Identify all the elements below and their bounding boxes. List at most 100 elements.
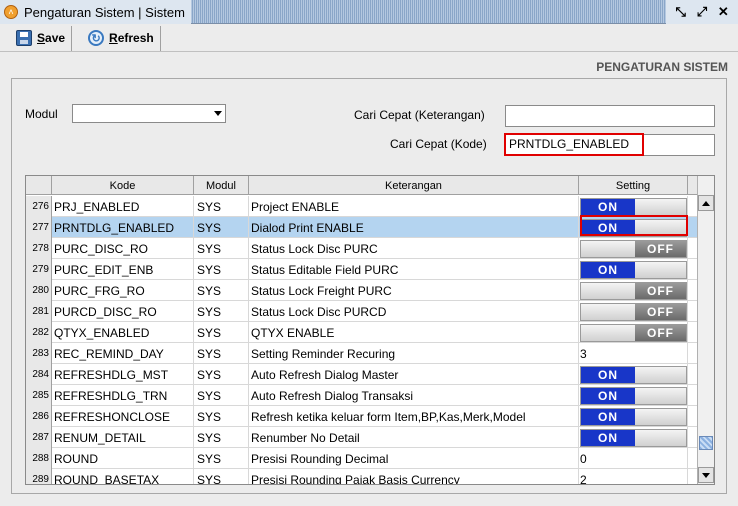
header-keterangan[interactable]: Keterangan bbox=[249, 176, 579, 195]
app-icon[interactable]: ˄ bbox=[4, 5, 18, 19]
setting-toggle[interactable]: ON bbox=[580, 407, 687, 426]
cell-keterangan[interactable]: QTYX ENABLE bbox=[249, 322, 579, 343]
cell-kode[interactable]: REFRESHDLG_MST bbox=[52, 364, 194, 385]
cell-setting[interactable]: ON bbox=[579, 427, 688, 448]
cell-modul[interactable]: SYS bbox=[194, 385, 249, 406]
cell-modul[interactable]: SYS bbox=[194, 280, 249, 301]
cell-modul[interactable]: SYS bbox=[194, 301, 249, 322]
table-row[interactable]: 284 REFRESHDLG_MST SYS Auto Refresh Dialog … bbox=[26, 364, 698, 385]
header-setting[interactable]: Setting bbox=[579, 176, 688, 195]
row-number: 277 bbox=[26, 217, 52, 238]
cell-modul[interactable]: SYS bbox=[194, 217, 249, 238]
header-modul[interactable]: Modul bbox=[194, 176, 249, 195]
cell-modul[interactable]: SYS bbox=[194, 427, 249, 448]
setting-toggle[interactable]: OFF bbox=[580, 323, 687, 342]
setting-toggle[interactable]: ON bbox=[580, 365, 687, 384]
cell-kode[interactable]: PURC_EDIT_ENB bbox=[52, 259, 194, 280]
cell-kode[interactable]: REFRESHONCLOSE bbox=[52, 406, 194, 427]
table-row[interactable]: 280 PURC_FRG_RO SYS Status Lock Freight PUR… bbox=[26, 280, 698, 301]
cell-kode[interactable]: PRNTDLG_ENABLED bbox=[52, 217, 194, 238]
setting-toggle[interactable]: OFF bbox=[580, 302, 687, 321]
cell-setting[interactable]: ON bbox=[579, 385, 688, 406]
cell-keterangan[interactable]: Status Lock Disc PURCD bbox=[249, 301, 579, 322]
scroll-down-button[interactable] bbox=[698, 467, 714, 483]
cell-setting[interactable]: OFF bbox=[579, 301, 688, 322]
cell-kode[interactable]: QTYX_ENABLED bbox=[52, 322, 194, 343]
cell-modul[interactable]: SYS bbox=[194, 469, 249, 484]
cell-setting[interactable]: ON bbox=[579, 259, 688, 280]
scroll-thumb[interactable] bbox=[699, 436, 713, 450]
cell-kode[interactable]: REFRESHDLG_TRN bbox=[52, 385, 194, 406]
setting-toggle[interactable]: ON bbox=[580, 386, 687, 405]
maximize-icon[interactable]: ⤢ bbox=[694, 4, 710, 20]
cell-setting[interactable]: OFF bbox=[579, 280, 688, 301]
row-number: 285 bbox=[26, 385, 52, 406]
cell-setting[interactable]: 2 bbox=[579, 469, 688, 484]
table-row[interactable]: 281 PURCD_DISC_RO SYS Status Lock Disc PURC… bbox=[26, 301, 698, 322]
cell-modul[interactable]: SYS bbox=[194, 406, 249, 427]
setting-toggle[interactable]: ON bbox=[580, 428, 687, 447]
cell-kode[interactable]: REC_REMIND_DAY bbox=[52, 343, 194, 364]
cell-keterangan[interactable]: Dialod Print ENABLE bbox=[249, 217, 579, 238]
cell-keterangan[interactable]: Auto Refresh Dialog Transaksi bbox=[249, 385, 579, 406]
table-row[interactable]: 285 REFRESHDLG_TRN SYS Auto Refresh Dialog … bbox=[26, 385, 698, 406]
cell-kode[interactable]: PRJ_ENABLED bbox=[52, 196, 194, 217]
setting-toggle[interactable]: ON bbox=[580, 260, 687, 279]
cell-keterangan[interactable]: Auto Refresh Dialog Master bbox=[249, 364, 579, 385]
cell-keterangan[interactable]: Refresh ketika keluar form Item,BP,Kas,M… bbox=[249, 406, 579, 427]
table-row[interactable]: 287 RENUM_DETAIL SYS Renumber No Detail ON bbox=[26, 427, 698, 448]
setting-toggle[interactable]: ON bbox=[580, 197, 687, 216]
header-kode[interactable]: Kode bbox=[52, 176, 194, 195]
cell-modul[interactable]: SYS bbox=[194, 364, 249, 385]
cell-kode[interactable]: ROUND_BASETAX bbox=[52, 469, 194, 484]
cell-kode[interactable]: PURC_FRG_RO bbox=[52, 280, 194, 301]
cell-kode[interactable]: RENUM_DETAIL bbox=[52, 427, 194, 448]
cell-kode[interactable]: PURC_DISC_RO bbox=[52, 238, 194, 259]
cell-modul[interactable]: SYS bbox=[194, 196, 249, 217]
table-row[interactable]: 286 REFRESHONCLOSE SYS Refresh ketika kelua… bbox=[26, 406, 698, 427]
cell-keterangan[interactable]: Status Editable Field PURC bbox=[249, 259, 579, 280]
refresh-button[interactable]: ↻ Refresh bbox=[72, 25, 161, 51]
cell-modul[interactable]: SYS bbox=[194, 448, 249, 469]
cell-kode[interactable]: ROUND bbox=[52, 448, 194, 469]
table-row[interactable]: 279 PURC_EDIT_ENB SYS Status Editable Field… bbox=[26, 259, 698, 280]
scroll-up-button[interactable] bbox=[698, 195, 714, 211]
cell-keterangan[interactable]: Status Lock Disc PURC bbox=[249, 238, 579, 259]
cell-keterangan[interactable]: Status Lock Freight PURC bbox=[249, 280, 579, 301]
cell-keterangan[interactable]: Presisi Rounding Decimal bbox=[249, 448, 579, 469]
cell-modul[interactable]: SYS bbox=[194, 259, 249, 280]
table-row[interactable]: 282 QTYX_ENABLED SYS QTYX ENABLE OFF bbox=[26, 322, 698, 343]
save-button[interactable]: Save bbox=[0, 25, 73, 51]
table-row[interactable]: 283 REC_REMIND_DAY SYS Setting Reminder Rec… bbox=[26, 343, 698, 364]
cell-setting[interactable]: OFF bbox=[579, 322, 688, 343]
table-row[interactable]: 288 ROUND SYS Presisi Rounding Decimal 0 bbox=[26, 448, 698, 469]
cari-keterangan-input[interactable] bbox=[505, 105, 715, 127]
cell-keterangan[interactable]: Project ENABLE bbox=[249, 196, 579, 217]
toggle-on-label: ON bbox=[581, 429, 635, 446]
table-row[interactable]: 289 ROUND_BASETAX SYS Presisi Rounding Paja… bbox=[26, 469, 698, 484]
vertical-scrollbar[interactable] bbox=[697, 176, 714, 484]
cell-setting[interactable]: 0 bbox=[579, 448, 688, 469]
setting-toggle[interactable]: OFF bbox=[580, 239, 687, 258]
cell-setting[interactable]: ON bbox=[579, 196, 688, 217]
close-icon[interactable]: ✕ bbox=[715, 4, 731, 20]
cell-keterangan[interactable]: Presisi Rounding Pajak Basis Currency bbox=[249, 469, 579, 484]
setting-toggle[interactable]: OFF bbox=[580, 281, 687, 300]
cell-modul[interactable]: SYS bbox=[194, 322, 249, 343]
table-row[interactable]: 276 PRJ_ENABLED SYS Project ENABLE ON bbox=[26, 196, 698, 217]
cell-keterangan[interactable]: Setting Reminder Recuring bbox=[249, 343, 579, 364]
restore-icon[interactable]: ⤡ bbox=[673, 4, 689, 20]
toolbar: Save ↻ Refresh bbox=[0, 25, 738, 52]
cell-setting[interactable]: ON bbox=[579, 406, 688, 427]
cell-modul[interactable]: SYS bbox=[194, 343, 249, 364]
cell-setting[interactable]: OFF bbox=[579, 238, 688, 259]
toggle-on-label: ON bbox=[581, 198, 635, 215]
cell-kode[interactable]: PURCD_DISC_RO bbox=[52, 301, 194, 322]
cell-setting[interactable]: 3 bbox=[579, 343, 688, 364]
cell-keterangan[interactable]: Renumber No Detail bbox=[249, 427, 579, 448]
cell-modul[interactable]: SYS bbox=[194, 238, 249, 259]
table-row[interactable]: 278 PURC_DISC_RO SYS Status Lock Disc PURC O… bbox=[26, 238, 698, 259]
modul-select[interactable] bbox=[72, 104, 226, 123]
row-number: 282 bbox=[26, 322, 52, 343]
cell-setting[interactable]: ON bbox=[579, 364, 688, 385]
